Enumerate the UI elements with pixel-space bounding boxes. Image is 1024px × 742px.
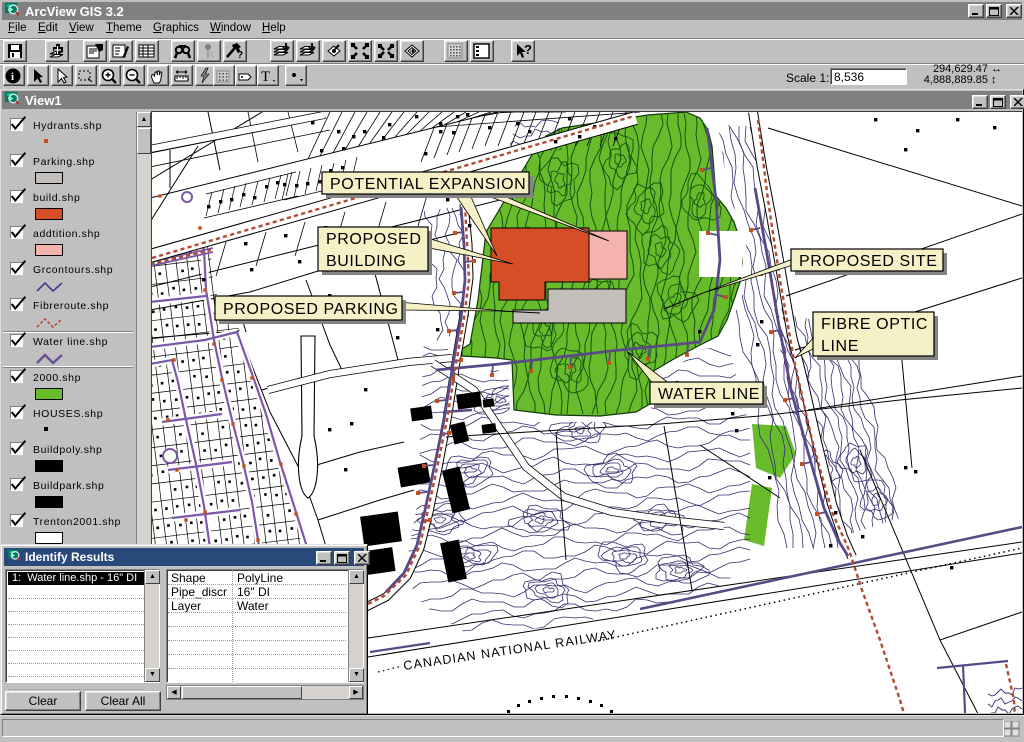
svg-text:WATER LINE: WATER LINE (658, 386, 760, 403)
svg-text:?: ? (524, 42, 532, 57)
svg-text:POTENTIAL EXPANSION: POTENTIAL EXPANSION (330, 176, 526, 193)
svg-text:BUILDING: BUILDING (326, 253, 406, 270)
svg-text:LINE: LINE (821, 338, 859, 355)
svg-text:i: i (11, 71, 14, 83)
svg-text:T: T (261, 69, 270, 85)
svg-text:PROPOSED SITE: PROPOSED SITE (799, 253, 938, 270)
svg-text:FIBRE OPTIC: FIBRE OPTIC (821, 316, 928, 333)
svg-text:PROPOSED: PROPOSED (326, 231, 422, 248)
svg-text:PROPOSED PARKING: PROPOSED PARKING (223, 301, 399, 318)
svg-text:?: ? (237, 50, 243, 60)
